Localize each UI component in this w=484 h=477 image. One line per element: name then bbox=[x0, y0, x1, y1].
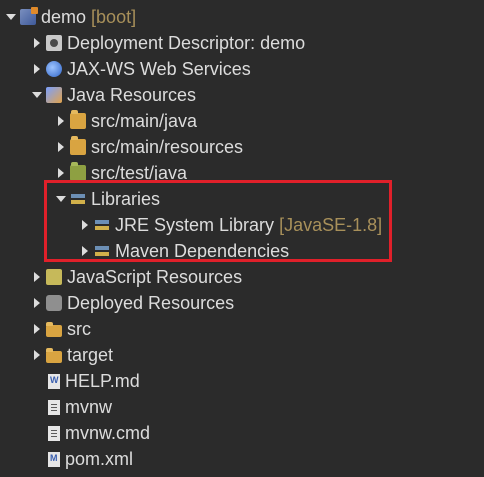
tree-item-label: src/main/java bbox=[91, 110, 198, 131]
tree-item-label: mvnw bbox=[65, 396, 113, 417]
expand-arrow-icon[interactable] bbox=[56, 115, 66, 127]
file-icon bbox=[48, 425, 60, 441]
folder-icon bbox=[46, 348, 62, 363]
tree-item-jaxws[interactable]: JAX-WS Web Services bbox=[32, 56, 251, 82]
tree-item-decoration: [boot] bbox=[91, 6, 137, 27]
tree-item-src[interactable]: src bbox=[32, 316, 91, 342]
folder-icon bbox=[46, 322, 62, 337]
tree-item-javascript-resources[interactable]: JavaScript Resources bbox=[32, 264, 242, 290]
expand-arrow-icon[interactable] bbox=[56, 141, 66, 153]
tree-item-deployment-descriptor[interactable]: Deployment Descriptor: demo bbox=[32, 30, 305, 56]
xml-file-icon bbox=[48, 451, 60, 467]
tree-item-label: JAX-WS Web Services bbox=[67, 58, 251, 79]
collapse-arrow-icon[interactable] bbox=[32, 89, 42, 101]
highlight-box bbox=[44, 180, 392, 262]
tree-item-src-main-resources[interactable]: src/main/resources bbox=[56, 134, 243, 160]
collapse-arrow-icon[interactable] bbox=[6, 11, 16, 23]
tree-item-demo[interactable]: demo [boot] bbox=[6, 4, 136, 30]
expand-arrow-icon[interactable] bbox=[56, 167, 66, 179]
tree-item-label: HELP.md bbox=[65, 370, 140, 391]
tree-item-label: target bbox=[67, 344, 114, 365]
tree-item-src-main-java[interactable]: src/main/java bbox=[56, 108, 197, 134]
tree-item-deployed-resources[interactable]: Deployed Resources bbox=[32, 290, 234, 316]
tree-item-mvnw-cmd[interactable]: mvnw.cmd bbox=[46, 420, 150, 446]
expand-arrow-icon[interactable] bbox=[32, 37, 42, 49]
tree-item-pom-xml[interactable]: pom.xml bbox=[46, 446, 133, 472]
expand-arrow-icon[interactable] bbox=[32, 349, 42, 361]
source-folder-icon bbox=[70, 110, 86, 129]
java-resources-icon bbox=[46, 87, 62, 103]
tree-item-help-md[interactable]: HELP.md bbox=[46, 368, 140, 394]
markdown-file-icon bbox=[48, 373, 60, 389]
tree-item-target[interactable]: target bbox=[32, 342, 113, 368]
tree-item-label: mvnw.cmd bbox=[65, 422, 151, 443]
tree-item-label: Java Resources bbox=[67, 84, 197, 105]
tree-item-label: demo bbox=[41, 6, 87, 27]
web-services-icon bbox=[46, 61, 62, 77]
project-icon bbox=[20, 7, 38, 25]
deployment-descriptor-icon bbox=[46, 35, 62, 51]
tree-item-label: Deployed Resources bbox=[67, 292, 235, 313]
expand-arrow-icon[interactable] bbox=[32, 297, 42, 309]
source-folder-icon bbox=[70, 136, 86, 155]
expand-arrow-icon[interactable] bbox=[32, 323, 42, 335]
tree-item-label: src/main/resources bbox=[91, 136, 244, 157]
tree-item-label: src bbox=[67, 318, 91, 339]
tree-item-mvnw[interactable]: mvnw bbox=[46, 394, 112, 420]
javascript-resources-icon bbox=[46, 269, 62, 285]
tree-item-label: Deployment Descriptor: demo bbox=[67, 32, 306, 53]
expand-arrow-icon[interactable] bbox=[32, 63, 42, 75]
tree-item-java-resources[interactable]: Java Resources bbox=[32, 82, 196, 108]
test-source-folder-icon bbox=[70, 162, 86, 181]
file-icon bbox=[48, 399, 60, 415]
expand-arrow-icon[interactable] bbox=[32, 271, 42, 283]
tree-item-label: JavaScript Resources bbox=[67, 266, 243, 287]
deployed-resources-icon bbox=[46, 295, 62, 311]
tree-item-label: pom.xml bbox=[65, 448, 134, 469]
